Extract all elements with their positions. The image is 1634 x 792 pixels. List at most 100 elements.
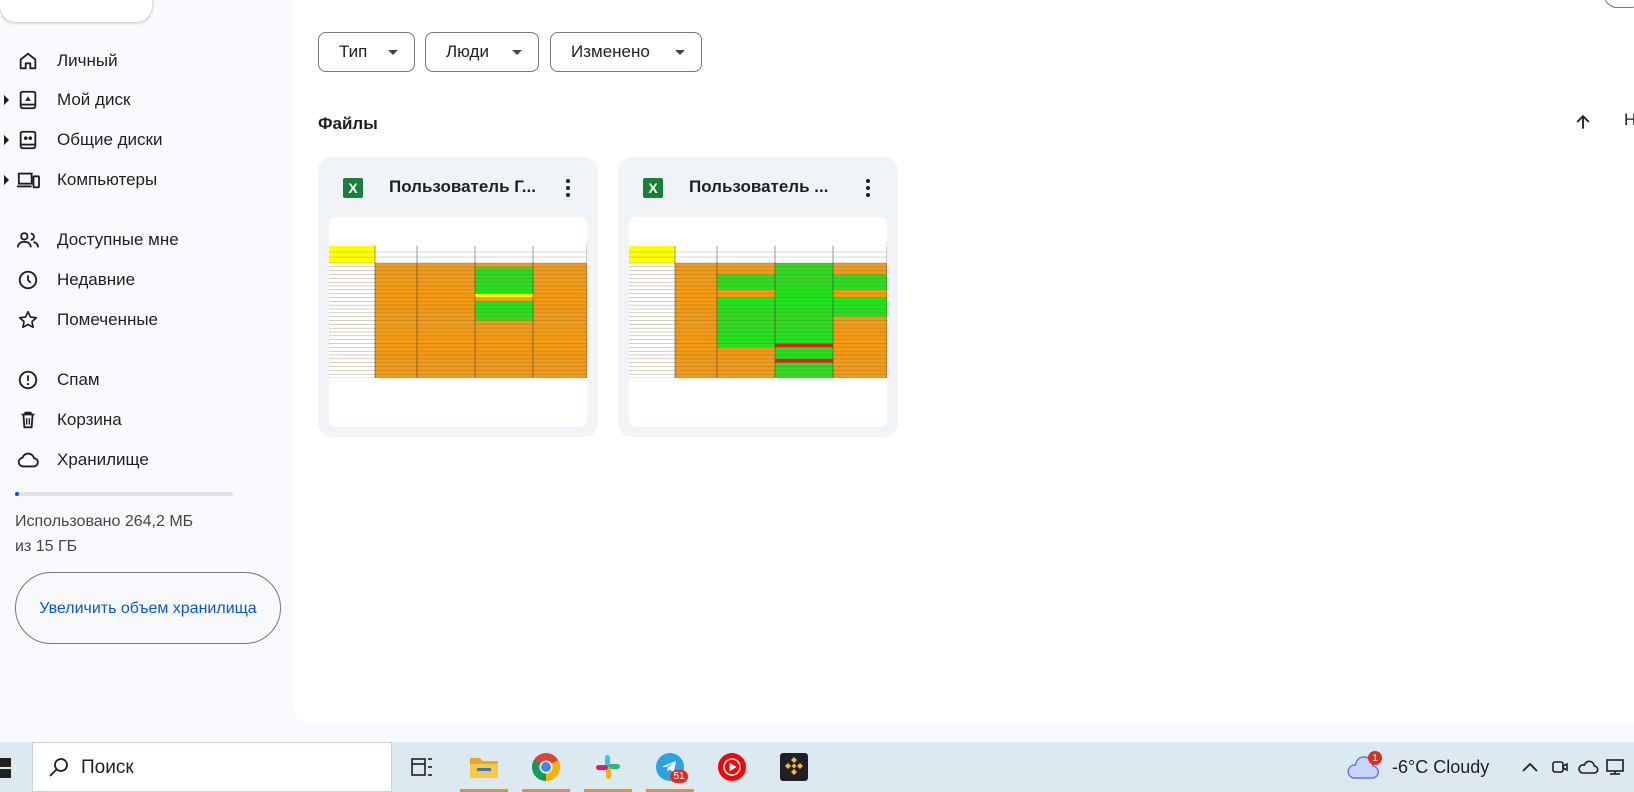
sheet-cell	[833, 301, 887, 306]
filter-modified-chip[interactable]: Изменено	[550, 32, 702, 72]
expand-caret-icon[interactable]	[4, 135, 9, 145]
sheet-cell	[533, 362, 587, 367]
settings-button[interactable]	[1604, 0, 1634, 8]
sheet-cell	[533, 263, 587, 267]
sheet-cell	[375, 332, 417, 336]
more-options-icon[interactable]	[854, 174, 882, 202]
taskbar-search-input[interactable]	[81, 753, 371, 783]
upgrade-storage-button[interactable]: Увеличить объем хранилища	[15, 572, 281, 644]
sheet-cell	[717, 358, 775, 363]
telegram-icon[interactable]: 51	[644, 742, 696, 792]
file-explorer-icon[interactable]	[458, 742, 510, 792]
sheet-cell	[833, 328, 887, 332]
sheet-cell	[375, 316, 417, 321]
sheet-cell	[533, 374, 587, 378]
expand-caret-icon[interactable]	[4, 95, 9, 105]
onedrive-cloud-icon[interactable]	[1576, 755, 1600, 779]
weather-alert-badge: 1	[1368, 751, 1382, 765]
sheet-cell	[717, 351, 775, 355]
sheet-cell	[475, 355, 533, 359]
sheet-cell	[375, 278, 417, 283]
sidebar-item-starred[interactable]: Помеченные	[0, 303, 292, 337]
sheet-cell	[675, 266, 717, 271]
sheet-cell	[675, 335, 717, 340]
sidebar-item-personal[interactable]: Личный	[0, 44, 292, 78]
sheet-cell	[417, 358, 475, 363]
sheet-cell	[675, 293, 717, 298]
sheet-cell	[533, 293, 587, 298]
sidebar-item-label: Мой диск	[57, 90, 131, 109]
computers-icon	[16, 168, 40, 192]
sheet-cell	[375, 305, 417, 309]
sidebar-item-storage[interactable]: Хранилище	[0, 443, 292, 477]
sheet-cell	[675, 278, 717, 283]
slack-icon[interactable]	[582, 742, 634, 792]
sheet-cell	[475, 358, 533, 363]
file-thumbnail	[329, 217, 587, 427]
sheet-cell	[775, 289, 833, 294]
sheet-cell	[833, 343, 887, 348]
meet-now-icon[interactable]	[1548, 755, 1572, 779]
chevron-up-icon[interactable]	[1518, 755, 1542, 779]
sheet-cell	[775, 266, 833, 271]
sheet-cell	[417, 286, 475, 290]
star-icon	[16, 308, 40, 332]
sheet-cell	[475, 328, 533, 332]
sidebar-item-spam[interactable]: Спам	[0, 363, 292, 397]
network-icon[interactable]	[1604, 755, 1628, 779]
binance-icon[interactable]	[768, 742, 820, 792]
sidebar-item-trash[interactable]: Корзина	[0, 403, 292, 437]
sheet-cell	[417, 347, 475, 352]
sheet-cell	[833, 362, 887, 367]
sort-label-cut[interactable]: Н	[1624, 110, 1634, 130]
sheet-cell	[717, 270, 775, 275]
sheet-cell	[533, 351, 587, 355]
sort-arrow-up-icon[interactable]	[1568, 107, 1598, 137]
sheet-header-cell	[329, 246, 375, 261]
more-options-icon[interactable]	[554, 174, 582, 202]
sheet-cell	[833, 374, 887, 378]
task-view-icon[interactable]	[396, 742, 448, 792]
sheet-cell	[775, 270, 833, 275]
sidebar-item-recent[interactable]: Недавние	[0, 263, 292, 297]
sidebar-item-shared-drives[interactable]: Общие диски	[0, 123, 292, 157]
sheet-cell	[775, 370, 833, 375]
sheet-cell	[417, 351, 475, 355]
new-button[interactable]	[0, 0, 152, 22]
sheet-cell	[775, 358, 833, 363]
sheet-cell	[475, 297, 533, 302]
excel-file-icon: X	[643, 178, 663, 198]
chrome-browser-icon[interactable]	[520, 742, 572, 792]
sheet-cell	[533, 370, 587, 375]
main-content: Тип Люди Изменено Файлы Н X Пользователь…	[294, 0, 1634, 722]
filter-people-chip[interactable]: Люди	[425, 32, 539, 72]
taskbar-search[interactable]	[32, 742, 392, 792]
filter-type-chip[interactable]: Тип	[318, 32, 415, 72]
sheet-cell	[775, 351, 833, 355]
sheet-cell	[417, 301, 475, 306]
file-card[interactable]: X Пользователь ...	[618, 157, 898, 437]
youtube-music-icon[interactable]	[706, 742, 758, 792]
sheet-cell	[375, 347, 417, 352]
sheet-cell	[833, 370, 887, 375]
sidebar-item-computers[interactable]: Компьютеры	[0, 163, 292, 197]
sidebar-item-label: Помеченные	[57, 310, 159, 329]
sidebar-item-my-drive[interactable]: Мой диск	[0, 83, 292, 117]
sheet-cell	[833, 351, 887, 355]
sheet-cell	[775, 274, 833, 279]
expand-caret-icon[interactable]	[4, 175, 9, 185]
sheet-cell	[375, 362, 417, 367]
sidebar-item-shared-with-me[interactable]: Доступные мне	[0, 223, 292, 257]
sheet-cell	[417, 370, 475, 375]
windows-start-icon[interactable]	[0, 758, 12, 778]
sheet-cell	[775, 286, 833, 290]
sheet-cell	[375, 312, 417, 317]
sheet-cell	[375, 270, 417, 275]
sheet-cell	[775, 335, 833, 340]
sheet-cell	[675, 374, 717, 378]
file-card[interactable]: X Пользователь Г...	[318, 157, 598, 437]
sheet-cell	[533, 282, 587, 286]
sidebar-item-label: Компьютеры	[57, 170, 158, 189]
sheet-cell	[417, 266, 475, 271]
sheet-cell	[417, 282, 475, 286]
